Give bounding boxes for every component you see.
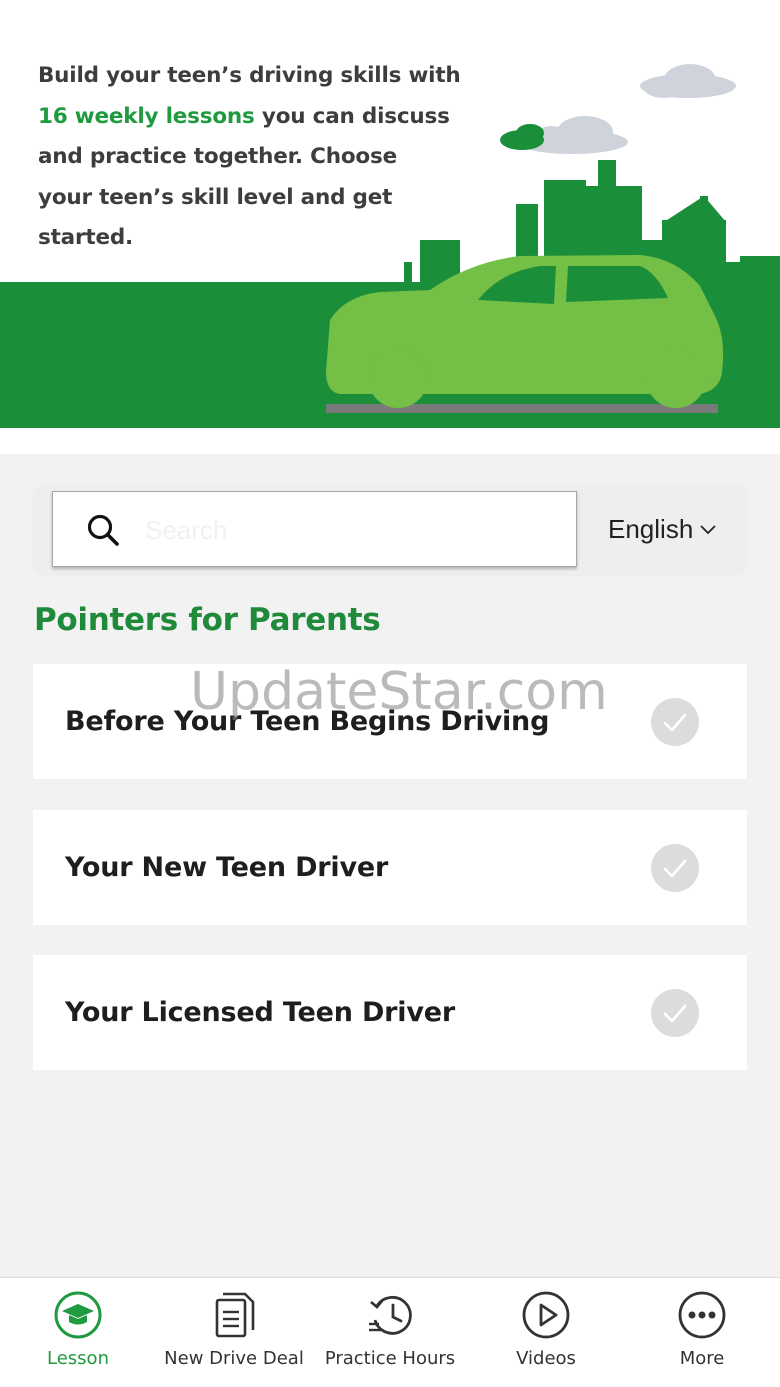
lesson-card-licensed-teen-driver[interactable]: Your Licensed Teen Driver: [33, 955, 747, 1070]
tab-lesson[interactable]: Lesson: [0, 1278, 156, 1387]
language-selected-value: English: [608, 513, 694, 544]
graduation-cap-icon: [54, 1291, 102, 1339]
card-label: Your Licensed Teen Driver: [65, 997, 455, 1028]
check-circle-icon: [651, 698, 699, 746]
tab-new-drive-deal[interactable]: New Drive Deal: [156, 1278, 312, 1387]
search-icon: [87, 514, 119, 546]
tab-more[interactable]: More: [624, 1278, 780, 1387]
tab-label: Lesson: [47, 1348, 109, 1369]
hero-line: started.: [38, 225, 134, 250]
hero-line: 16 weekly lessons you can discuss: [38, 97, 508, 138]
document-icon: [215, 1292, 255, 1338]
tab-label: Practice Hours: [324, 1348, 456, 1369]
language-select[interactable]: English: [590, 496, 746, 562]
lesson-card-new-teen-driver[interactable]: Your New Teen Driver: [33, 810, 747, 925]
lesson-card-before-driving[interactable]: Before Your Teen Begins Driving: [33, 664, 747, 779]
bottom-tab-bar: Lesson New Drive Deal Practice Hours Vid…: [0, 1277, 780, 1387]
hero-bottom-spacer: [0, 428, 780, 454]
chevron-down-icon: [700, 525, 716, 535]
play-circle-icon: [522, 1291, 570, 1339]
section-title: Pointers for Parents: [34, 602, 381, 638]
tab-label: More: [679, 1348, 725, 1369]
tab-label: Videos: [516, 1348, 576, 1369]
hero-description: Build your teen’s driving skills with 16…: [38, 56, 508, 259]
card-label: Before Your Teen Begins Driving: [65, 706, 550, 737]
check-circle-icon: [651, 989, 699, 1037]
cloud-icon: [640, 64, 736, 98]
search-box[interactable]: [52, 491, 577, 567]
hero-line: your teen’s skill level and get: [38, 184, 393, 210]
search-input[interactable]: [145, 506, 555, 554]
more-dots-icon: [678, 1291, 726, 1339]
weekly-lessons-highlight: 16 weekly lessons: [38, 103, 255, 129]
hero-line-rest: you can discuss: [254, 103, 450, 129]
hero-line: and practice together. Choose: [38, 144, 397, 169]
card-label: Your New Teen Driver: [65, 852, 389, 883]
check-circle-icon: [651, 844, 699, 892]
tab-videos[interactable]: Videos: [468, 1278, 624, 1387]
hero-line: Build your teen’s driving skills with: [38, 63, 461, 88]
tab-label: New Drive Deal: [164, 1348, 304, 1369]
hero-banner: Build your teen’s driving skills with 16…: [0, 0, 780, 428]
tab-practice-hours[interactable]: Practice Hours: [312, 1278, 468, 1387]
history-clock-icon: [369, 1295, 412, 1335]
